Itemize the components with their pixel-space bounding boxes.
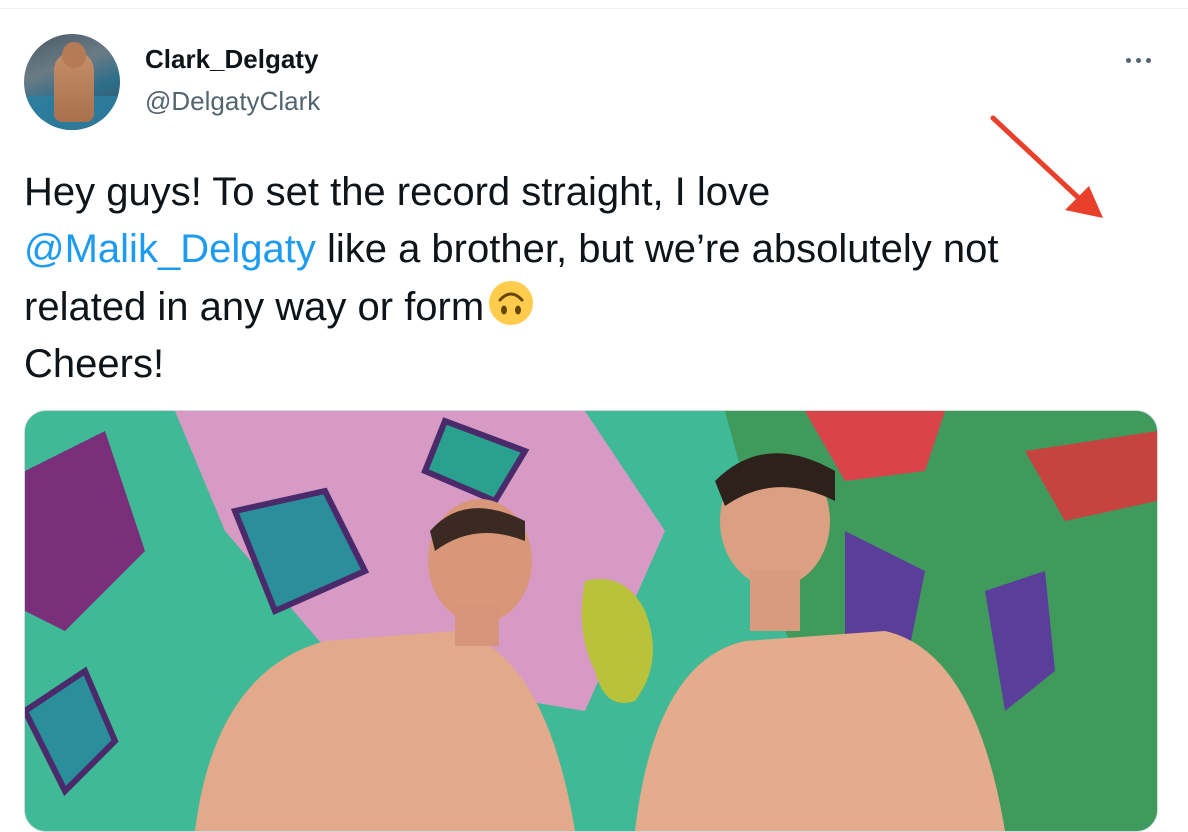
user-handle[interactable]: @DelgatyClark — [145, 86, 320, 117]
more-options-button[interactable] — [1118, 46, 1158, 74]
display-name[interactable]: Clark_Delgaty — [145, 44, 318, 75]
upside-down-face-emoji-icon — [489, 281, 534, 325]
tweet-text-line-4: Cheers! — [24, 342, 165, 386]
red-arrow-annotation-icon — [990, 115, 1103, 218]
more-dot — [1145, 57, 1151, 63]
tweet-text-line-3-text: related in any way or form — [24, 285, 485, 329]
avatar[interactable] — [24, 34, 120, 130]
more-dot — [1135, 57, 1141, 63]
photo-graffiti-wall — [25, 411, 1157, 831]
more-horizontal-icon — [1125, 57, 1131, 63]
mention-link[interactable]: @Malik_Delgaty — [24, 227, 316, 271]
top-divider — [0, 8, 1188, 9]
avatar-head — [62, 42, 86, 68]
tweet-text-line-2-rest: like a brother, but we’re absolutely not — [315, 227, 999, 271]
tweet-photo[interactable] — [24, 410, 1158, 832]
tweet-text-line-3: related in any way or form — [24, 278, 1174, 336]
